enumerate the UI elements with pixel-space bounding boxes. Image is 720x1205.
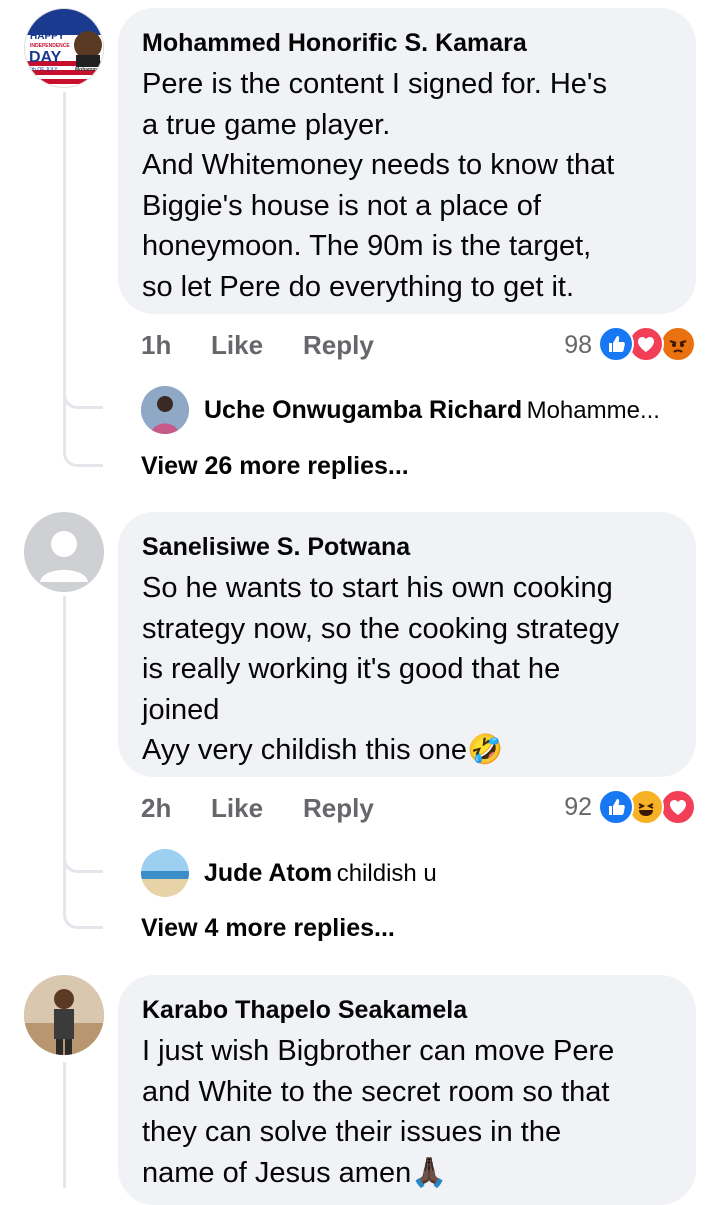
love-reaction-icon [660, 789, 696, 825]
comment-text: Pere is the content I signed for. He's a… [142, 68, 615, 303]
angry-reaction-icon [660, 326, 696, 362]
rolling-laughing-emoji: 🤣 [467, 734, 504, 767]
comment-author[interactable]: Karabo Thapelo Seakamela [142, 995, 672, 1025]
reply-snippet: childish u [336, 860, 437, 887]
thread-branch [63, 394, 103, 409]
comment-author[interactable]: Sanelisiwe S. Potwana [142, 532, 672, 562]
reaction-count[interactable]: 92 [548, 793, 592, 822]
reply-author[interactable]: Jude Atom [204, 859, 332, 887]
avatar-badge-date: 5th OF JULY [29, 67, 58, 73]
thread-branch [63, 914, 103, 929]
reaction-icons[interactable] [598, 326, 698, 362]
default-profile-avatar[interactable] [24, 512, 104, 592]
comment-bubble: Karabo Thapelo Seakamela I just wish Big… [118, 975, 696, 1205]
reaction-icons[interactable] [598, 789, 698, 825]
like-reaction-icon [598, 789, 634, 825]
comment-author[interactable]: Mohammed Honorific S. Kamara [142, 28, 672, 58]
thread-branch [63, 858, 103, 873]
default-person-icon [40, 531, 88, 582]
thread-line [63, 1062, 66, 1188]
reply-avatar[interactable] [141, 386, 189, 434]
comment-bubble: Sanelisiwe S. Potwana So he wants to sta… [118, 512, 696, 777]
like-reaction-icon [598, 326, 634, 362]
avatar-badge-name: Mohammed [75, 67, 103, 73]
comment-text-body: So he wants to start his own cooking str… [142, 572, 620, 767]
comment-text: I just wish Bigbrother can move Pere and… [142, 1031, 672, 1193]
reply-button[interactable]: Reply [303, 793, 374, 824]
reply-avatar-image [141, 386, 189, 434]
commenter-avatar[interactable] [24, 975, 104, 1055]
person-photo-avatar-image [24, 975, 104, 1055]
comment-text-body: I just wish Bigbrother can move Pere and… [142, 1035, 615, 1189]
praying-hands-emoji: 🙏🏿 [411, 1156, 448, 1189]
like-button[interactable]: Like [211, 793, 263, 824]
reply-avatar[interactable] [141, 849, 189, 897]
like-button[interactable]: Like [211, 330, 263, 361]
reply-preview[interactable]: Uche Onwugamba Richard Mohamme... [204, 396, 660, 425]
reply-snippet: Mohamme... [526, 397, 660, 424]
view-more-replies[interactable]: View 26 more replies... [141, 452, 409, 481]
commenter-avatar[interactable]: HAPPY INDEPENDENCE DAY 5th OF JULY Moham… [24, 8, 104, 88]
reaction-count[interactable]: 98 [548, 331, 592, 360]
avatar-badge-day: DAY [29, 49, 62, 66]
beach-avatar-image [141, 849, 189, 897]
thread-branch [63, 452, 103, 467]
reply-button[interactable]: Reply [303, 330, 374, 361]
view-more-replies[interactable]: View 4 more replies... [141, 914, 395, 943]
reply-author[interactable]: Uche Onwugamba Richard [204, 396, 522, 424]
comment-bubble: Mohammed Honorific S. Kamara Pere is the… [118, 8, 696, 314]
avatar-badge-happy: HAPPY [30, 31, 65, 42]
comment-time[interactable]: 2h [141, 793, 171, 824]
comment-time[interactable]: 1h [141, 330, 171, 361]
comment-text: So he wants to start his own cooking str… [142, 568, 672, 771]
reply-preview[interactable]: Jude Atom childish u [204, 859, 437, 888]
